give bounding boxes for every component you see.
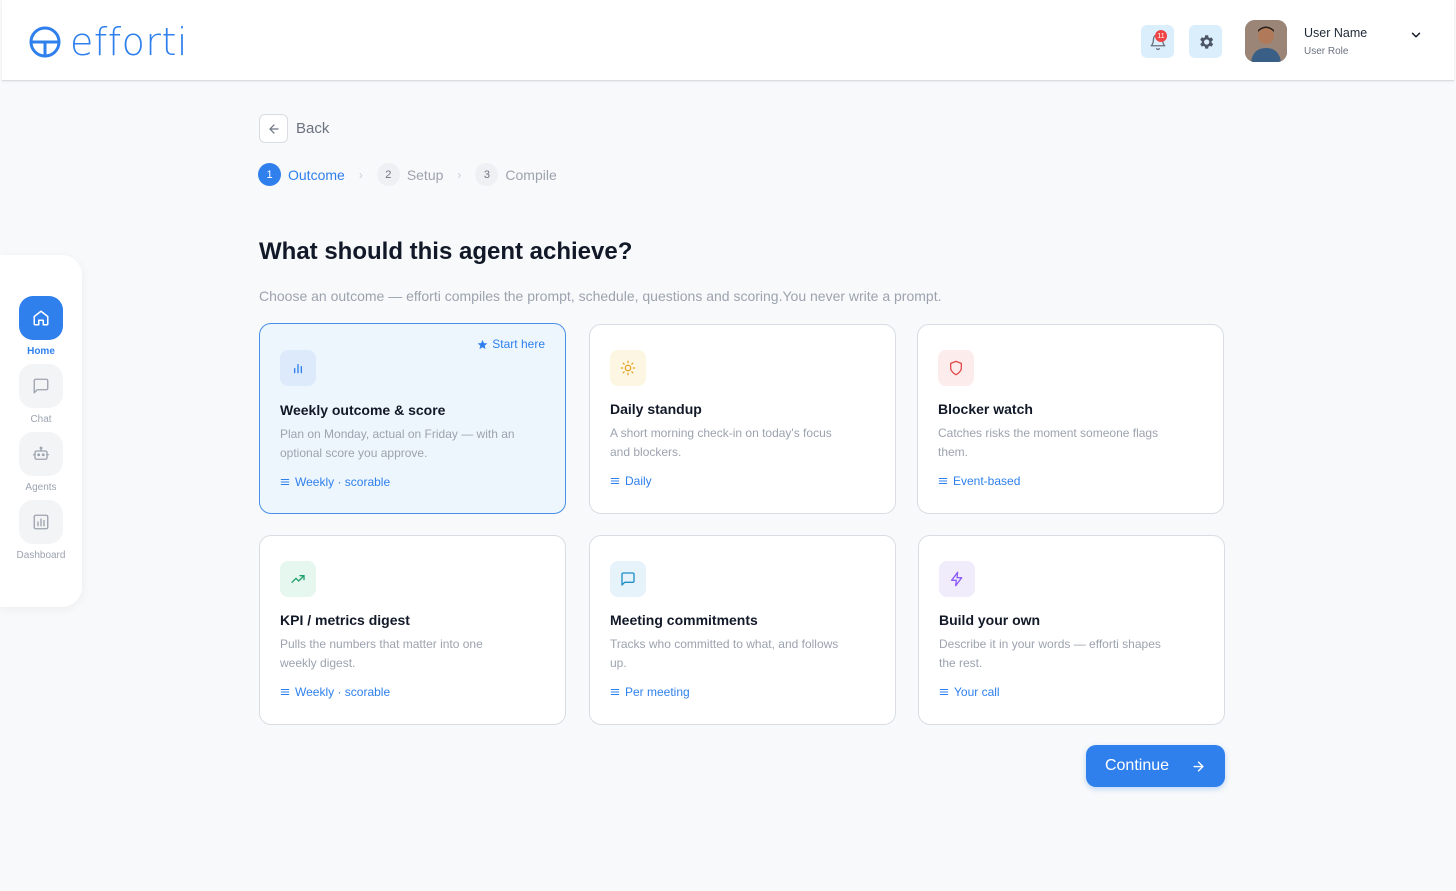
sidebar-item-chat[interactable]: Chat <box>0 364 82 425</box>
step-outcome[interactable]: 1 Outcome <box>258 163 345 186</box>
robot-icon <box>32 446 50 460</box>
sidebar-item-label: Dashboard <box>16 550 66 561</box>
trending-up-icon <box>291 575 305 583</box>
step-label: Outcome <box>288 166 345 183</box>
user-name: User Name <box>1304 26 1368 40</box>
sidebar-item-agents[interactable]: Agents <box>0 432 82 493</box>
sidebar-item-label: Agents <box>25 482 57 493</box>
step-label: Compile <box>505 166 557 183</box>
star-icon <box>477 339 488 349</box>
card-meta: Weekly · scorable <box>280 475 390 489</box>
sidebar: Home Chat Agents Dashboard <box>0 255 82 607</box>
card-title: Weekly outcome & score <box>280 402 446 418</box>
step-setup[interactable]: 2 Setup <box>376 163 444 186</box>
notification-badge: 11 <box>1155 30 1167 42</box>
gear-icon <box>1199 34 1213 49</box>
page-title: What should this agent achieve? <box>259 238 633 265</box>
card-meta: Event-based <box>938 474 1020 488</box>
arrow-right-icon <box>1193 760 1204 772</box>
step-number: 2 <box>376 163 400 186</box>
shield-icon <box>950 360 962 376</box>
card-description: Pulls the numbers that matter into one w… <box>280 637 483 670</box>
sidebar-item-label: Chat <box>30 414 52 425</box>
card-title: Blocker watch <box>938 401 1033 417</box>
card-title: KPI / metrics digest <box>280 612 410 628</box>
chevron-right-icon: › <box>457 167 462 182</box>
logo-icon <box>29 26 61 58</box>
step-compile[interactable]: 3 Compile <box>475 163 557 186</box>
list-icon <box>280 478 290 486</box>
card-title: Build your own <box>939 612 1041 628</box>
outcome-card-meeting-commitments[interactable]: Meeting commitments Tracks who committed… <box>589 535 896 725</box>
card-description: Catches risks the moment someone flags t… <box>938 426 1159 459</box>
top-header: efforti 11 User Name User Role <box>2 0 1454 81</box>
card-title: Meeting commitments <box>610 612 758 628</box>
step-number: 3 <box>475 163 499 186</box>
list-icon <box>280 688 290 696</box>
chevron-right-icon: › <box>358 167 363 182</box>
back-button[interactable] <box>259 114 288 143</box>
back-link[interactable]: Back <box>296 120 329 137</box>
notifications-button[interactable]: 11 <box>1141 25 1174 58</box>
card-meta: Daily <box>610 474 652 488</box>
outcome-card-daily-standup[interactable]: Daily standup A short morning check-in o… <box>589 324 896 514</box>
sidebar-item-home[interactable]: Home <box>0 296 82 357</box>
stepper: 1 Outcome › 2 Setup › 3 Compile <box>258 163 557 186</box>
user-role: User Role <box>1304 46 1349 57</box>
sun-icon <box>620 360 636 376</box>
card-title: Daily standup <box>610 401 702 417</box>
start-here-badge: Start here <box>477 337 545 351</box>
card-description: Describe it in your words — efforti shap… <box>939 637 1161 670</box>
card-meta: Weekly · scorable <box>280 685 390 699</box>
continue-button[interactable]: Continue <box>1086 745 1225 787</box>
card-meta: Per meeting <box>610 685 690 699</box>
card-meta: Your call <box>939 685 1000 699</box>
settings-button[interactable] <box>1189 25 1222 58</box>
card-description: Plan on Monday, actual on Friday — with … <box>280 427 515 460</box>
list-icon <box>610 688 620 696</box>
chevron-down-icon[interactable] <box>1409 28 1423 42</box>
arrow-left-icon <box>268 123 279 134</box>
continue-label: Continue <box>1104 757 1170 774</box>
list-icon <box>939 688 949 696</box>
avatar[interactable] <box>1245 20 1287 62</box>
avatar-image <box>1245 20 1287 62</box>
chat-icon <box>33 378 49 394</box>
list-icon <box>938 477 948 485</box>
home-icon <box>33 310 49 326</box>
logo[interactable]: efforti <box>28 22 188 62</box>
page-subtitle: Choose an outcome — efforti compiles the… <box>259 288 942 304</box>
step-label: Setup <box>406 166 444 183</box>
step-number: 1 <box>258 163 281 186</box>
message-icon <box>621 572 635 586</box>
bar-chart-icon <box>294 364 302 374</box>
logo-text: efforti <box>70 20 188 64</box>
outcome-card-weekly-outcome[interactable]: Start here Weekly outcome & score Plan o… <box>259 323 566 514</box>
outcome-card-build-your-own[interactable]: Build your own Describe it in your words… <box>918 535 1225 725</box>
card-description: Tracks who committed to what, and follow… <box>610 637 839 670</box>
sidebar-item-dashboard[interactable]: Dashboard <box>0 500 82 561</box>
list-icon <box>610 477 620 485</box>
lightning-icon <box>951 571 963 587</box>
outcome-card-kpi-digest[interactable]: KPI / metrics digest Pulls the numbers t… <box>259 535 566 725</box>
dashboard-icon <box>33 514 49 530</box>
outcome-card-blocker-watch[interactable]: Blocker watch Catches risks the moment s… <box>917 324 1224 514</box>
sidebar-item-label: Home <box>27 346 55 357</box>
card-description: A short morning check-in on today's focu… <box>610 426 832 459</box>
